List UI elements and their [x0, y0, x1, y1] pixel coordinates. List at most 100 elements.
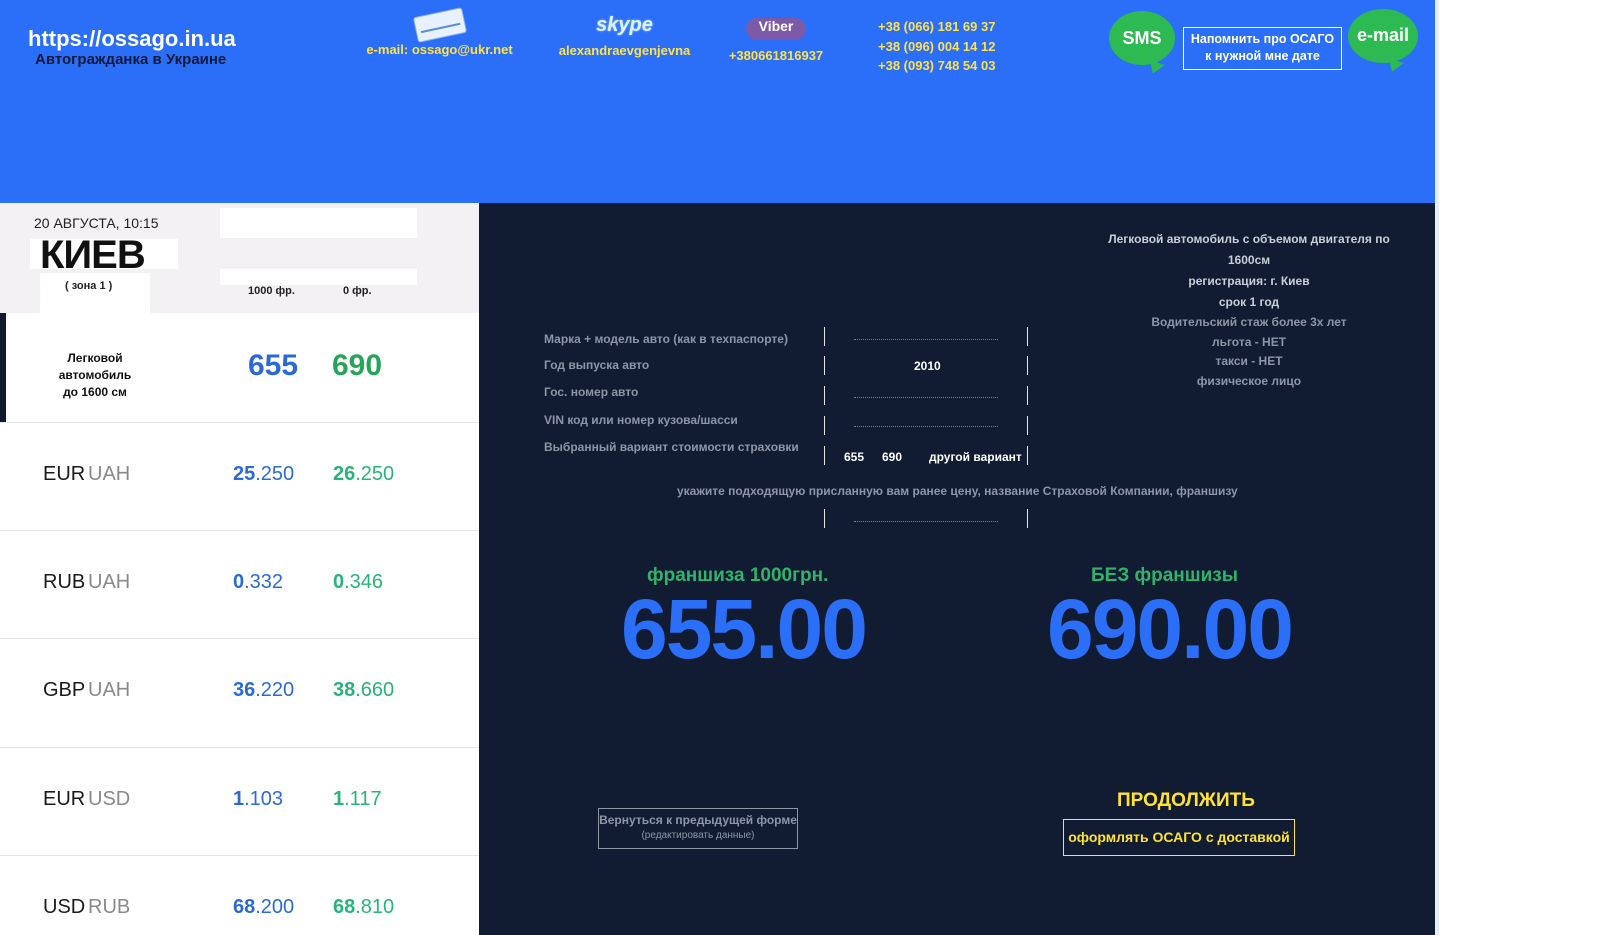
viber-number: +380661816937: [728, 48, 824, 63]
rate-sell: 68.810: [333, 896, 395, 918]
field-divider: [824, 356, 825, 375]
variant-hint: укажите подходящую присланную вам ранее …: [677, 484, 1238, 498]
franchise-price: 655.00: [621, 582, 868, 676]
price-franchise-1000[interactable]: 655: [248, 349, 298, 383]
rate-buy: 1.103: [233, 788, 284, 810]
rate-row: EUR UAH 25.250 26.250: [0, 422, 479, 530]
field-divider: [1027, 356, 1028, 375]
rate-buy: 0.332: [233, 571, 284, 593]
contact-skype[interactable]: skype alexandraevgenjevna: [552, 14, 697, 58]
phone-1[interactable]: +38 (066) 181 69 37: [878, 17, 995, 37]
viber-icon: Viber: [746, 18, 806, 40]
price-franchise-0[interactable]: 690: [332, 349, 382, 383]
skype-icon: skype: [596, 14, 653, 36]
label-plate: Гос. номер авто: [544, 385, 639, 399]
variant-option-690[interactable]: 690: [882, 450, 902, 464]
order-delivery-button[interactable]: оформлять ОСАГО с доставкой: [1063, 819, 1295, 856]
car-model-input[interactable]: [854, 339, 998, 340]
summary-line: такси - НЕТ: [1215, 354, 1283, 368]
site-url[interactable]: https://ossago.in.ua: [28, 26, 236, 52]
site-subtitle: Автогражданка в Украине: [35, 51, 227, 68]
rate-sell: 38.660: [333, 679, 395, 701]
policy-summary: Легковой автомобиль с объемом двигателя …: [1099, 229, 1399, 391]
rate-quote: UAH: [88, 463, 131, 485]
rate-quote: USD: [88, 788, 131, 810]
no-franchise-price: 690.00: [1047, 582, 1294, 676]
back-button-label: Вернуться к предыдущей форме: [599, 813, 797, 827]
rate-sell: 26.250: [333, 463, 395, 485]
envelope-icon: [412, 7, 467, 43]
rate-buy: 68.200: [233, 896, 295, 918]
blank-field: [220, 269, 417, 285]
site-header: https://ossago.in.ua Автогражданка в Укр…: [0, 0, 1435, 203]
vin-input[interactable]: [854, 426, 998, 427]
field-divider: [824, 386, 825, 405]
date-time: 20 АВГУСТА, 10:15: [34, 215, 159, 231]
remind-button[interactable]: Напомнить про ОСАГО к нужной мне дате: [1183, 27, 1342, 70]
rate-row: EUR USD 1.103 1.117: [0, 747, 479, 855]
column-header-1000: 1000 фр.: [248, 285, 295, 297]
order-form-panel: Легковой автомобиль с объемом двигателя …: [479, 203, 1435, 935]
variant-option-other[interactable]: другой вариант: [929, 450, 1022, 464]
rate-base: RUB: [43, 571, 86, 593]
label-car-model: Марка + модель авто (как в техпаспорте): [544, 332, 788, 346]
rate-buy: 25.250: [233, 463, 295, 485]
rate-base: GBP: [43, 679, 86, 701]
skype-name: alexandraevgenjevna: [558, 43, 691, 58]
back-button-sublabel: (редактировать данные): [641, 830, 755, 841]
summary-line: Легковой автомобиль с объемом двигателя …: [1108, 232, 1390, 267]
plate-input[interactable]: [854, 397, 998, 398]
city-name: КИЕВ: [40, 233, 146, 277]
email-text: e-mail: ossago@ukr.net: [366, 42, 513, 57]
column-header-0: 0 фр.: [343, 285, 372, 297]
summary-line: льгота - НЕТ: [1211, 334, 1287, 349]
rate-buy: 36.220: [233, 679, 295, 701]
field-divider: [1027, 509, 1028, 528]
remind-line-2: к нужной мне дате: [1205, 49, 1320, 63]
variant-option-655[interactable]: 655: [844, 450, 864, 464]
page-edge: [1435, 0, 1439, 935]
sms-button[interactable]: SMS: [1109, 11, 1175, 65]
remind-line-1: Напомнить про ОСАГО: [1190, 32, 1335, 46]
field-divider: [1027, 416, 1028, 435]
rate-base: EUR: [43, 788, 86, 810]
summary-line: физическое лицо: [1196, 373, 1302, 388]
contact-email[interactable]: e-mail: ossago@ukr.net: [362, 7, 517, 57]
rate-quote: UAH: [88, 679, 131, 701]
field-divider: [824, 446, 825, 465]
summary-line: срок 1 год: [1218, 295, 1280, 309]
label-vin: VIN код или номер кузова/шасси: [544, 413, 738, 427]
phone-3[interactable]: +38 (093) 748 54 03: [878, 56, 995, 76]
phone-list: +38 (066) 181 69 37 +38 (096) 004 14 12 …: [878, 17, 995, 76]
rate-quote: UAH: [88, 571, 131, 593]
email-button[interactable]: e-mail: [1348, 9, 1418, 63]
blank-field: [220, 208, 417, 238]
other-variant-input[interactable]: [854, 521, 998, 522]
field-divider: [1027, 446, 1028, 465]
back-button[interactable]: Вернуться к предыдущей форме (редактиров…: [598, 808, 798, 849]
rate-row: USD RUB 68.200 68.810: [0, 855, 479, 935]
zone-label: ( зона 1 ): [65, 280, 113, 292]
label-variant: Выбранный вариант стоимости страховки: [544, 440, 799, 454]
field-divider: [824, 327, 825, 346]
rate-base: EUR: [43, 463, 86, 485]
phone-2[interactable]: +38 (096) 004 14 12: [878, 37, 995, 57]
rate-sell: 1.117: [333, 788, 382, 810]
field-divider: [824, 416, 825, 435]
car-type-label: Легковой автомобиль до 1600 см: [58, 351, 132, 399]
rate-base: USD: [43, 896, 86, 918]
year-input[interactable]: 2010: [914, 359, 941, 373]
zone-box: [40, 273, 150, 313]
summary-line: Водительский стаж более 3х лет: [1151, 315, 1347, 329]
contact-viber[interactable]: Viber +380661816937: [722, 18, 830, 63]
field-divider: [1027, 386, 1028, 405]
field-divider: [824, 509, 825, 528]
rate-row: RUB UAH 0.332 0.346: [0, 530, 479, 638]
rate-row: GBP UAH 36.220 38.660: [0, 638, 479, 746]
field-divider: [1027, 327, 1028, 346]
rate-quote: RUB: [88, 896, 131, 918]
summary-line: регистрация: г. Киев: [1188, 274, 1310, 288]
selected-tariff-row[interactable]: Легковой автомобиль до 1600 см 655 690: [0, 313, 485, 422]
city-header: 20 АВГУСТА, 10:15 КИЕВ ( зона 1 ) 1000 ф…: [0, 203, 479, 313]
continue-heading: ПРОДОЛЖИТЬ: [1117, 790, 1255, 811]
